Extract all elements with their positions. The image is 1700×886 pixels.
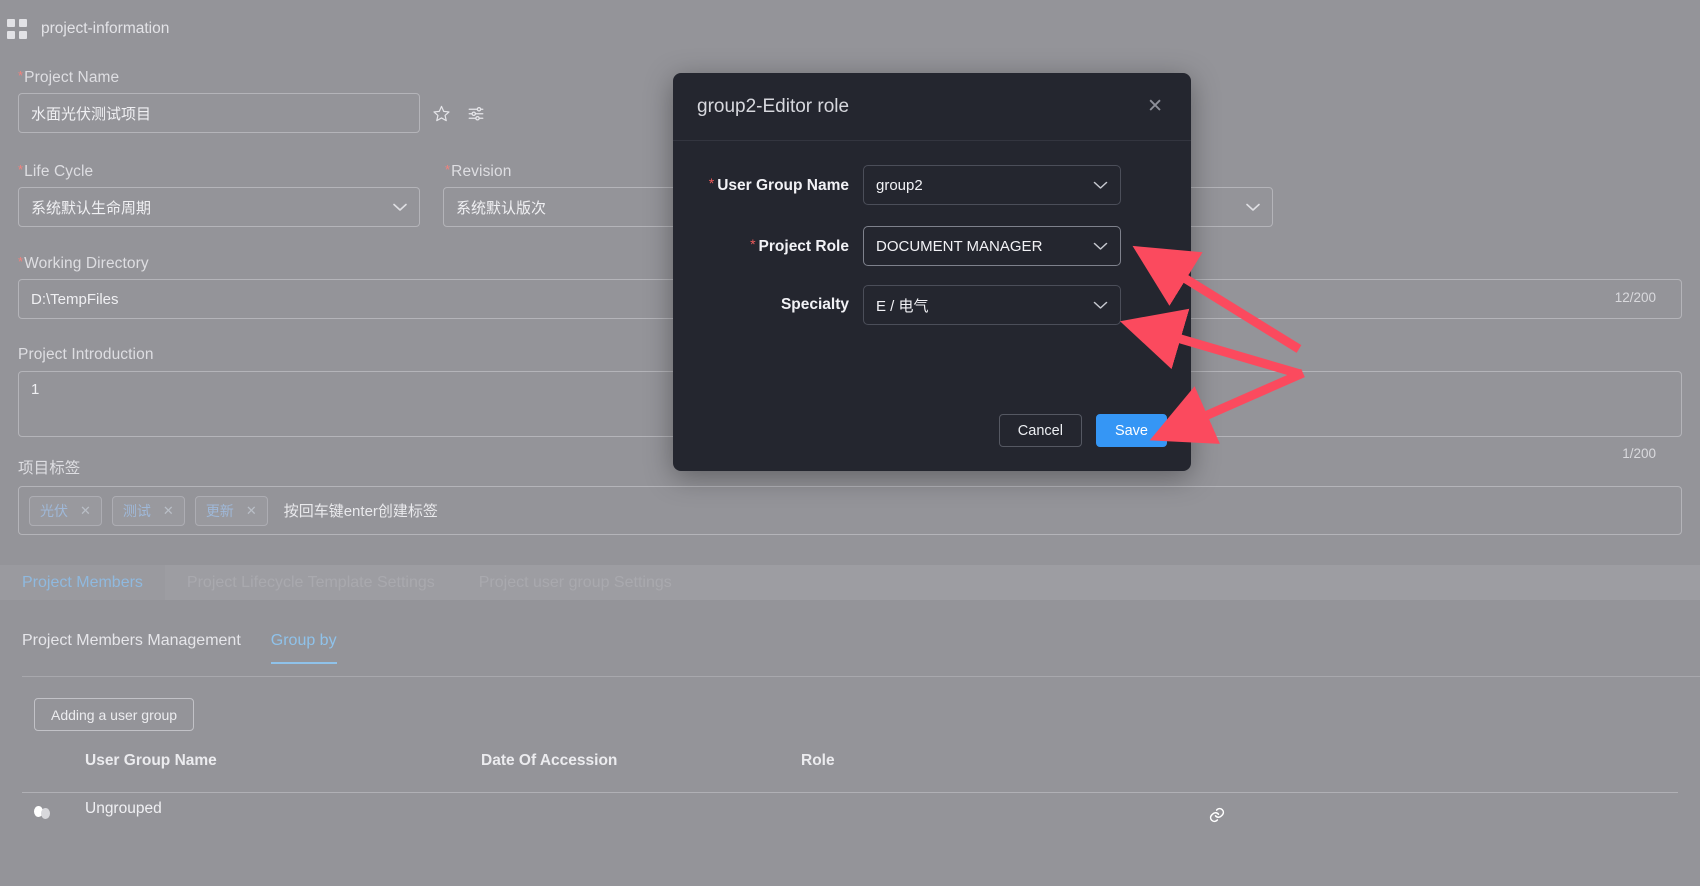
save-button[interactable]: Save bbox=[1095, 414, 1167, 447]
field-specialty: Specialty E / 电气 bbox=[673, 285, 1191, 325]
modal-footer: Cancel Save bbox=[998, 414, 1167, 447]
required-asterisk: * bbox=[750, 236, 756, 252]
cancel-button[interactable]: Cancel bbox=[998, 414, 1082, 447]
user-group-name-value: group2 bbox=[876, 176, 923, 194]
edit-role-modal: group2-Editor role ✕ * User Group Name gr… bbox=[673, 73, 1191, 471]
field-project-role-label: * Project Role bbox=[750, 236, 849, 255]
modal-title: group2-Editor role bbox=[697, 95, 850, 117]
close-icon[interactable]: ✕ bbox=[1147, 97, 1163, 116]
chevron-down-icon bbox=[1093, 181, 1108, 190]
required-asterisk: * bbox=[708, 175, 715, 191]
specialty-select[interactable]: E / 电气 bbox=[863, 285, 1121, 325]
chevron-down-icon bbox=[1093, 301, 1108, 310]
field-specialty-label: Specialty bbox=[780, 296, 849, 313]
modal-body: * User Group Name group2 * Project Role DO… bbox=[673, 141, 1191, 325]
field-user-group-name-label: * User Group Name bbox=[708, 175, 849, 194]
chevron-down-icon bbox=[1093, 242, 1108, 251]
specialty-value: E / 电气 bbox=[876, 297, 929, 315]
user-group-name-select[interactable]: group2 bbox=[863, 165, 1121, 205]
project-role-select[interactable]: DOCUMENT MANAGER bbox=[863, 226, 1121, 266]
field-project-role: * Project Role DOCUMENT MANAGER bbox=[673, 226, 1191, 266]
field-user-group-name: * User Group Name group2 bbox=[673, 165, 1191, 205]
project-role-value: DOCUMENT MANAGER bbox=[876, 237, 1043, 255]
modal-header: group2-Editor role ✕ bbox=[673, 73, 1191, 141]
